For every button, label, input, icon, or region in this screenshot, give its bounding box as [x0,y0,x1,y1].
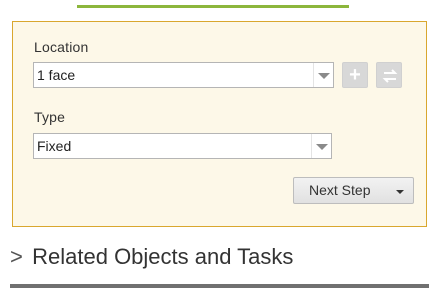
type-label: Type [34,109,66,125]
chevron-right-icon: > [10,244,23,269]
related-objects-section-header[interactable]: > Related Objects and Tasks [10,240,293,274]
type-dropdown-toggle[interactable] [311,134,331,158]
constraint-panel: Location 1 face + Type Fixed Next Step [12,21,427,227]
chevron-down-icon [316,144,328,150]
chevron-down-icon [318,73,330,79]
type-dropdown[interactable]: Fixed [33,133,332,159]
properties-pane: Location 1 face + Type Fixed Next Step >… [0,0,439,294]
related-objects-title: Related Objects and Tasks [32,244,294,269]
swap-icon [382,69,398,83]
caret-down-icon [396,190,404,194]
location-dropdown-toggle[interactable] [313,63,333,87]
next-step-label: Next Step [309,182,371,198]
next-step-button[interactable]: Next Step [293,177,414,204]
swap-location-button[interactable] [376,62,402,88]
location-label: Location [34,39,89,55]
section-divider [10,284,429,288]
location-value: 1 face [37,67,76,83]
location-dropdown[interactable]: 1 face [33,62,334,88]
type-value: Fixed [37,138,72,154]
plus-icon: + [349,64,361,86]
active-tab-indicator [77,0,349,8]
add-location-button[interactable]: + [342,62,368,88]
